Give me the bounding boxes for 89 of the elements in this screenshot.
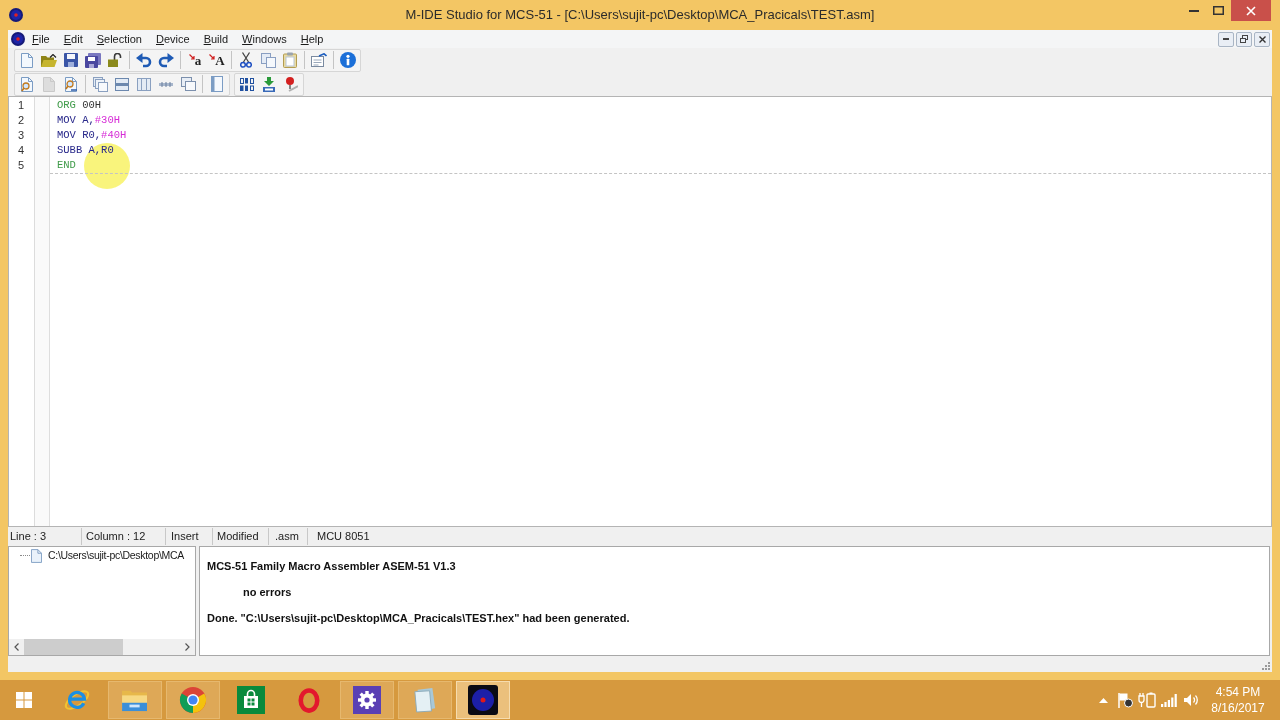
taskbar-button[interactable]	[456, 681, 510, 719]
binary-grid-icon	[240, 77, 254, 91]
ruled-page-icon	[211, 76, 223, 92]
padlock-icon	[108, 53, 122, 67]
code-line: MOV A,#30H	[57, 114, 121, 127]
clipboard-icon	[283, 52, 297, 68]
pin-icon	[284, 76, 298, 92]
file-icon	[31, 548, 42, 563]
menu-item[interactable]: Build	[196, 31, 236, 47]
status-text: Column : 12	[86, 530, 146, 543]
page-icon	[43, 76, 55, 92]
copy-icon	[260, 52, 276, 68]
horizontal-scrollbar[interactable]	[9, 639, 195, 655]
menu-item[interactable]: File	[25, 31, 57, 47]
status-text: Modified	[217, 530, 259, 543]
app-logo-icon	[9, 8, 23, 22]
status-text: .asm	[275, 530, 299, 543]
status-text: MCU 8051	[317, 530, 370, 543]
child-restore-button[interactable]	[1236, 31, 1252, 47]
ring-icon	[298, 686, 320, 714]
window-title: M-IDE Studio for MCS-51 - [C:\Users\sujit-pc\Desktop\MCA_Pracicals\TEST.asm]	[405, 6, 875, 25]
arrow-down-icon	[263, 76, 275, 92]
line-number: 1	[18, 99, 25, 112]
folder-icon	[41, 53, 57, 67]
status-text: Insert	[171, 530, 199, 543]
code-line: MOV R0,#40H	[57, 129, 127, 142]
page-icon	[21, 52, 33, 68]
dot-circle-logo-icon	[468, 685, 498, 715]
scrollbar-thumb[interactable]	[24, 639, 123, 655]
scissors-icon	[240, 52, 252, 68]
output-line: no errors	[243, 586, 292, 599]
menu-item[interactable]: Edit	[56, 31, 90, 47]
maximize-icon	[1213, 6, 1224, 15]
child-minimize-button[interactable]	[1218, 31, 1234, 47]
round-browser-icon	[179, 686, 207, 714]
page-magnifier-icon	[64, 76, 78, 92]
dashed-line-icon	[159, 81, 173, 87]
caret-up-icon	[1098, 697, 1108, 703]
windows-logo-icon	[16, 692, 32, 708]
status-text: Line : 3	[10, 530, 47, 543]
child-close-button[interactable]	[1254, 31, 1270, 47]
stacked-pages-icon	[92, 76, 108, 92]
click-highlight	[84, 143, 130, 189]
undo-icon	[136, 52, 152, 68]
shopping-bag-icon	[237, 686, 265, 714]
speaker-icon[interactable]	[1183, 693, 1199, 707]
resize-grip-icon[interactable]	[1262, 662, 1270, 670]
menu-item[interactable]: Help	[293, 31, 331, 47]
flag-icon[interactable]	[1117, 692, 1133, 708]
redo-icon	[158, 52, 174, 68]
signal-bars-icon[interactable]	[1161, 693, 1177, 707]
line-number: 2	[18, 114, 25, 127]
minimize-icon	[1223, 38, 1229, 40]
plug-battery-icon[interactable]	[1138, 692, 1156, 708]
taskbar-button[interactable]	[340, 681, 394, 719]
cascade-windows-icon	[180, 77, 196, 91]
menu-item[interactable]: Selection	[89, 31, 149, 47]
line-number: 4	[18, 144, 25, 157]
app-logo-icon	[11, 32, 25, 46]
output-line: MCS-51 Family Macro Assembler ASEM-51 V1.3	[207, 560, 456, 573]
restore-icon	[1240, 35, 1248, 43]
uppercase-button[interactable]: A	[206, 49, 228, 71]
arrow-icon	[188, 53, 195, 60]
output-line: Done. "C:\Users\sujit-pc\Desktop\MCA_Pracicals\TEST.hex" had been generated.	[207, 612, 630, 625]
arrow-icon	[209, 53, 216, 60]
floppy-disks-icon	[85, 52, 101, 68]
line-number: 3	[18, 129, 25, 142]
menu-item[interactable]: Device	[149, 31, 197, 47]
minimize-icon	[1188, 9, 1199, 12]
page-magnifier-icon	[20, 76, 34, 92]
gear-icon	[353, 686, 381, 714]
code-line: ORG 00H	[57, 99, 102, 112]
split-window-icon	[115, 77, 129, 91]
caret-right-icon	[185, 643, 190, 651]
info-button[interactable]	[337, 49, 359, 71]
lowercase-button[interactable]: a	[184, 49, 206, 71]
caret-left-icon	[14, 643, 19, 651]
line-number: 5	[18, 159, 25, 172]
code-editor[interactable]: 1 2 3 4 5 ORG 00H MOV A,#30H MOV R0,#40H SUBB A,R0 END	[8, 96, 1272, 527]
columns-icon	[137, 77, 151, 91]
info-icon	[340, 52, 356, 68]
code-line: END	[57, 159, 76, 172]
tree-item[interactable]: C:\Users\sujit-pc\Desktop\MCA	[48, 549, 184, 562]
close-icon	[1246, 5, 1256, 16]
menu-item[interactable]: Windows	[235, 31, 294, 47]
close-icon	[1258, 35, 1266, 43]
notepad-icon	[413, 687, 437, 713]
folder-icon	[121, 688, 149, 712]
code-line: SUBB A,R0	[57, 144, 114, 157]
